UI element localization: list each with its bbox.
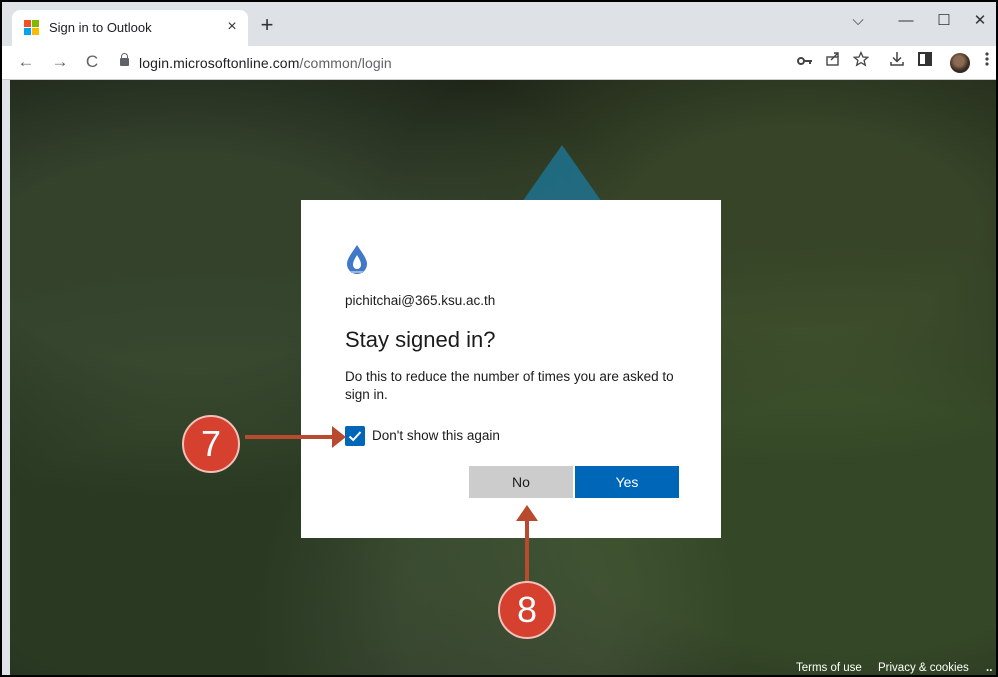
address-bar[interactable]: login.microsoftonline.com/common/login [112,50,792,76]
dont-show-again-label[interactable]: Don't show this again [372,428,500,443]
step-7-arrowhead [332,426,346,448]
page-background: pichitchai@365.ksu.ac.th Stay signed in?… [10,80,996,675]
tab-search-chevron-icon[interactable]: ⌵ [838,8,878,34]
browser-toolbar: ← → C login.microsoftonline.com/common/l… [2,46,996,80]
back-button[interactable]: ← [14,50,38,74]
step-8-arrowhead [516,505,538,521]
star-icon[interactable] [850,50,872,73]
lock-icon[interactable] [120,53,129,66]
organization-logo-icon [345,243,369,275]
reload-button[interactable]: C [80,50,104,74]
url-text: login.microsoftonline.com/common/login [139,55,392,71]
background-tent-roof [520,145,604,205]
dont-show-again-checkbox[interactable] [345,426,365,446]
menu-icon[interactable] [980,51,994,73]
dialog-title: Stay signed in? [345,327,496,352]
url-path: /common/login [299,55,392,71]
no-button[interactable]: No [469,466,573,498]
url-host: login.microsoftonline.com [139,55,300,71]
privacy-cookies-link[interactable]: Privacy & cookies [878,662,969,674]
tab-strip: Sign in to Outlook × + ⌵ — ☐ ✕ [2,2,996,46]
tab-sign-in-outlook[interactable]: Sign in to Outlook × [12,10,248,46]
stay-signed-in-dialog: pichitchai@365.ksu.ac.th Stay signed in?… [301,200,721,538]
step-8-marker: 8 [498,581,556,639]
yes-button[interactable]: Yes [575,466,679,498]
microsoft-logo-icon [24,20,40,36]
terms-of-use-link[interactable]: Terms of use [796,662,862,674]
close-tab-icon[interactable]: × [222,17,242,37]
maximize-button[interactable]: ☐ [924,8,964,34]
new-tab-button[interactable]: + [256,14,278,37]
download-icon[interactable] [886,51,908,73]
close-window-button[interactable]: ✕ [960,8,996,34]
key-icon[interactable] [794,51,816,73]
more-options-link[interactable]: .. [986,662,992,674]
account-email: pichitchai@365.ksu.ac.th [345,293,496,308]
tab-title: Sign in to Outlook [49,20,152,35]
browser-window: Sign in to Outlook × + ⌵ — ☐ ✕ ← → C log… [0,0,998,677]
step-7-arrow [245,435,343,439]
profile-avatar[interactable] [950,53,970,73]
side-panel-icon[interactable] [914,51,936,73]
dialog-description: Do this to reduce the number of times yo… [345,369,674,402]
share-icon[interactable] [822,51,844,73]
forward-button[interactable]: → [48,50,72,74]
minimize-button[interactable]: — [886,8,926,34]
step-7-marker: 7 [182,415,240,473]
